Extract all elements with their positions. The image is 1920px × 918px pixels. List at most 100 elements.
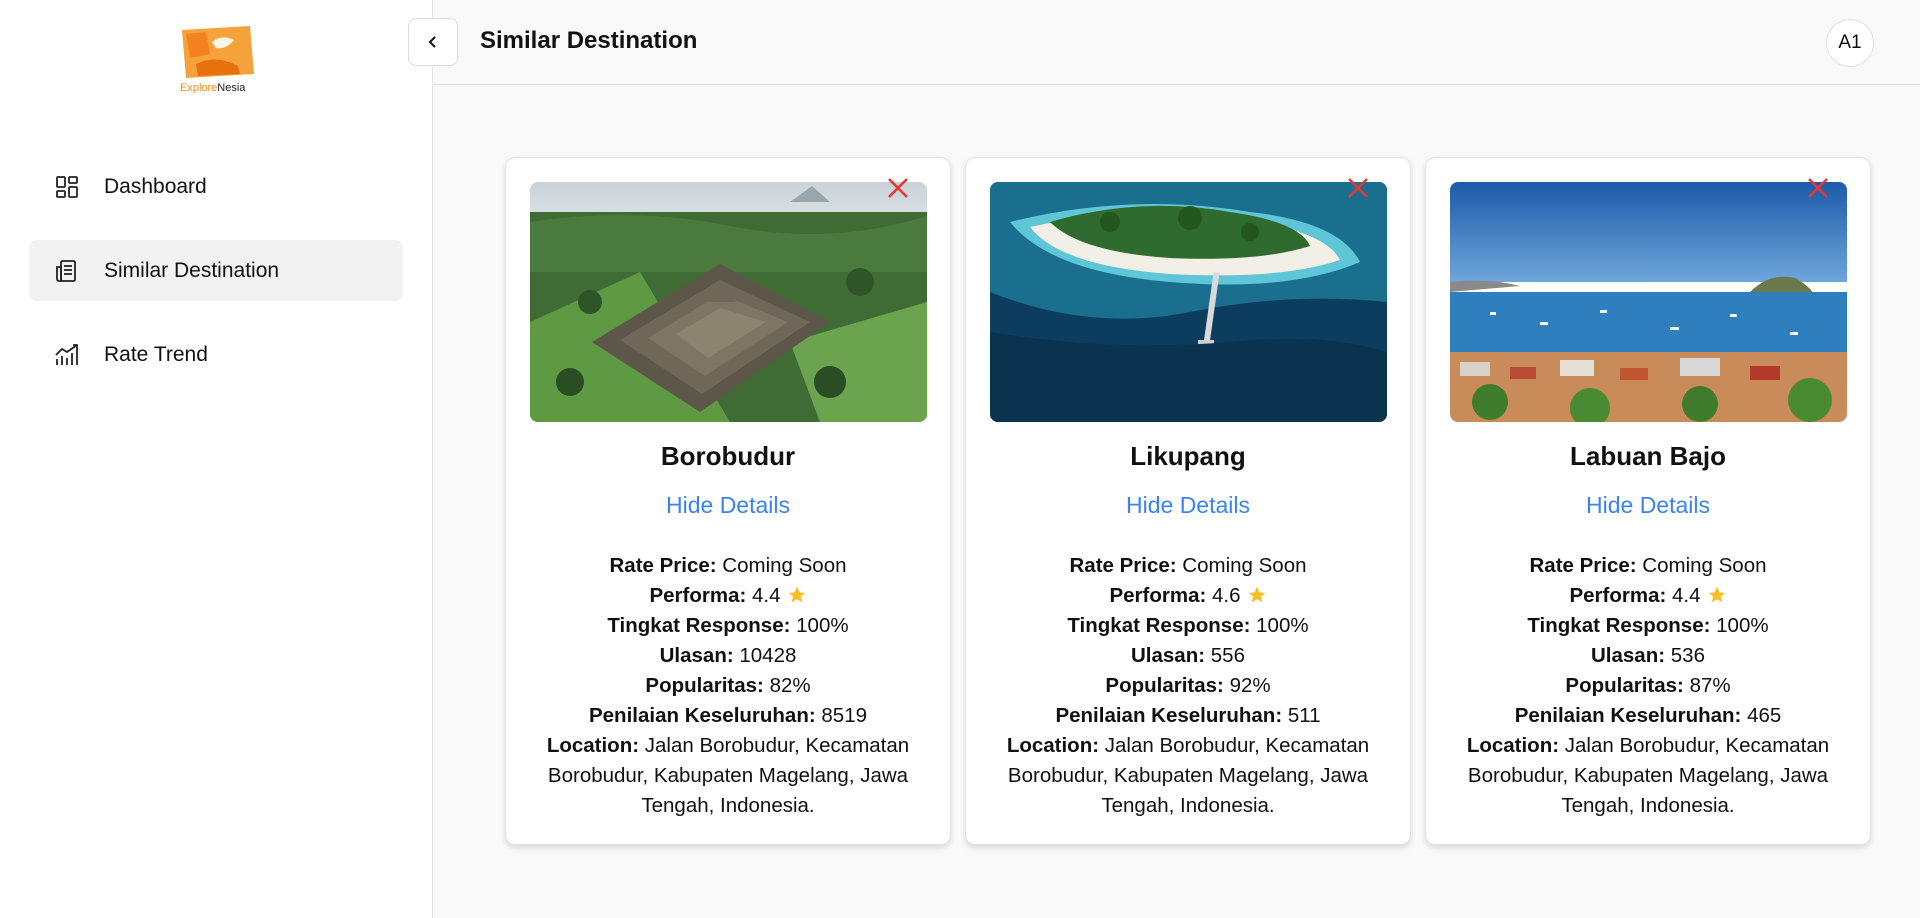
hide-details-link[interactable]: Hide Details — [506, 492, 950, 519]
performa-value: 4.4 — [1672, 584, 1701, 607]
collapse-sidebar-button[interactable] — [408, 18, 458, 66]
location-row: Location: Jalan Borobudur, Kecamatan Bor… — [1450, 731, 1846, 821]
main-content: Similar Destination A1 Borobudur Hide De… — [408, 0, 1920, 918]
harbor-photo — [1450, 182, 1847, 422]
logo-text: ExploreNesia — [180, 82, 245, 94]
penilaian-value: 465 — [1747, 704, 1782, 727]
popularitas-value: 87% — [1689, 674, 1731, 697]
destination-cards: Borobudur Hide Details Rate Price: Comin… — [505, 157, 1871, 845]
performa-value: 4.6 — [1212, 584, 1241, 607]
response-label: Tingkat Response: — [607, 614, 791, 637]
destination-name: Labuan Bajo — [1569, 441, 1726, 471]
rate-price-row: Rate Price: Coming Soon — [1450, 551, 1846, 581]
response-label: Tingkat Response: — [1067, 614, 1251, 637]
response-value: 100% — [1256, 614, 1309, 637]
brand-logo[interactable]: ExploreNesia — [176, 24, 258, 98]
performa-label: Performa: — [649, 584, 747, 607]
rate-price-label: Rate Price: — [1069, 554, 1177, 577]
star-icon — [788, 586, 805, 603]
location-label: Location: — [1466, 734, 1560, 757]
response-value: 100% — [1716, 614, 1769, 637]
penilaian-value: 8519 — [821, 704, 867, 727]
penilaian-label: Penilaian Keseluruhan: — [588, 704, 816, 727]
ulasan-value: 10428 — [739, 644, 797, 667]
penilaian-row: Penilaian Keseluruhan: 465 — [1450, 701, 1846, 731]
performa-value: 4.4 — [752, 584, 781, 607]
ulasan-label: Ulasan: — [659, 644, 734, 667]
performa-row: Performa: 4.4 — [1450, 581, 1846, 611]
location-row: Location: Jalan Borobudur, Kecamatan Bor… — [530, 731, 926, 821]
destination-card: Borobudur Hide Details Rate Price: Comin… — [505, 157, 951, 845]
popularitas-row: Popularitas: 92% — [990, 671, 1386, 701]
popularitas-row: Popularitas: 82% — [530, 671, 926, 701]
ulasan-label: Ulasan: — [1591, 644, 1666, 667]
sidebar: ExploreNesia Dashboard Similar Destinati… — [0, 0, 433, 918]
logo-text-part2: Nesia — [217, 82, 246, 94]
ulasan-row: Ulasan: 536 — [1450, 641, 1846, 671]
response-row: Tingkat Response: 100% — [530, 611, 926, 641]
destination-name: Likupang — [1130, 441, 1246, 471]
ulasan-value: 556 — [1210, 644, 1245, 667]
penilaian-label: Penilaian Keseluruhan: — [1514, 704, 1742, 727]
sidebar-item-label: Rate Trend — [104, 342, 208, 366]
response-row: Tingkat Response: 100% — [990, 611, 1386, 641]
logo-flag-icon — [182, 26, 254, 78]
page-title: Similar Destination — [480, 27, 698, 54]
document-list-icon — [54, 258, 80, 284]
close-icon[interactable] — [884, 174, 912, 202]
popularitas-label: Popularitas: — [1105, 674, 1224, 697]
destination-card: Likupang Hide Details Rate Price: Coming… — [965, 157, 1411, 845]
rate-price-row: Rate Price: Coming Soon — [990, 551, 1386, 581]
star-icon — [1708, 586, 1725, 603]
location-row: Location: Jalan Borobudur, Kecamatan Bor… — [990, 731, 1386, 821]
avatar[interactable]: A1 — [1826, 19, 1874, 67]
rate-price-row: Rate Price: Coming Soon — [530, 551, 926, 581]
logo-text-part1: Explore — [180, 82, 218, 94]
destination-image — [990, 182, 1387, 422]
penilaian-row: Penilaian Keseluruhan: 511 — [990, 701, 1386, 731]
ulasan-value: 536 — [1670, 644, 1705, 667]
performa-label: Performa: — [1109, 584, 1207, 607]
sidebar-item-label: Similar Destination — [104, 258, 280, 282]
penilaian-row: Penilaian Keseluruhan: 8519 — [530, 701, 926, 731]
rate-price-label: Rate Price: — [1529, 554, 1637, 577]
sidebar-nav: Dashboard Similar Destination Rate Trend — [29, 156, 403, 408]
popularitas-value: 92% — [1229, 674, 1271, 697]
penilaian-label: Penilaian Keseluruhan: — [1055, 704, 1283, 727]
destination-details: Rate Price: Coming Soon Performa: 4.6 Ti… — [990, 551, 1386, 821]
popularitas-label: Popularitas: — [1565, 674, 1684, 697]
close-icon[interactable] — [1804, 174, 1832, 202]
sidebar-item-dashboard[interactable]: Dashboard — [29, 156, 403, 217]
popularitas-row: Popularitas: 87% — [1450, 671, 1846, 701]
response-label: Tingkat Response: — [1527, 614, 1711, 637]
popularitas-value: 82% — [769, 674, 811, 697]
trend-chart-icon — [54, 342, 80, 368]
temple-photo — [530, 182, 927, 422]
rate-price-value: Coming Soon — [1642, 554, 1767, 577]
dashboard-grid-icon — [54, 174, 80, 200]
star-icon — [1248, 586, 1265, 603]
performa-row: Performa: 4.4 — [530, 581, 926, 611]
chevron-left-icon — [428, 36, 436, 48]
destination-image — [530, 182, 927, 422]
rate-price-value: Coming Soon — [722, 554, 847, 577]
sidebar-item-similar-destination[interactable]: Similar Destination — [29, 240, 403, 301]
location-label: Location: — [1006, 734, 1100, 757]
sidebar-item-rate-trend[interactable]: Rate Trend — [29, 324, 403, 385]
destination-card: Labuan Bajo Hide Details Rate Price: Com… — [1425, 157, 1871, 845]
top-bar: Similar Destination A1 — [408, 0, 1920, 85]
rate-price-label: Rate Price: — [609, 554, 717, 577]
ulasan-row: Ulasan: 556 — [990, 641, 1386, 671]
destination-details: Rate Price: Coming Soon Performa: 4.4 Ti… — [530, 551, 926, 821]
popularitas-label: Popularitas: — [645, 674, 764, 697]
sidebar-item-label: Dashboard — [104, 174, 207, 198]
close-icon[interactable] — [1344, 174, 1372, 202]
destination-image — [1450, 182, 1847, 422]
location-label: Location: — [546, 734, 640, 757]
destination-details: Rate Price: Coming Soon Performa: 4.4 Ti… — [1450, 551, 1846, 821]
hide-details-link[interactable]: Hide Details — [1426, 492, 1870, 519]
hide-details-link[interactable]: Hide Details — [966, 492, 1410, 519]
ulasan-row: Ulasan: 10428 — [530, 641, 926, 671]
destination-name: Borobudur — [660, 441, 796, 471]
island-photo — [990, 182, 1387, 422]
